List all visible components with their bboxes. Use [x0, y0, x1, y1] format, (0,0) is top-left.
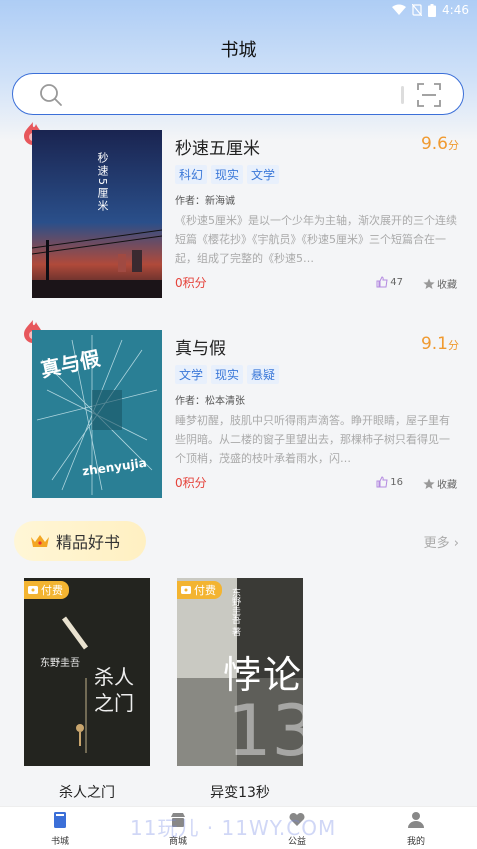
- section-title: 精品好书: [56, 533, 121, 552]
- search-icon[interactable]: [39, 83, 63, 107]
- section-header: 精品好书: [14, 521, 146, 561]
- score-unit: 分: [448, 339, 459, 352]
- crown-icon: [31, 535, 49, 547]
- more-link[interactable]: 更多 ›: [424, 532, 459, 551]
- tag-list: 科幻 现实 文学: [175, 165, 459, 184]
- book-description: 睡梦初醒，肢肌中只听得雨声滴答。睁开眼睛，屋子里有些阴暗。从二楼的窗子里望出去，…: [175, 414, 450, 465]
- premium-book-title[interactable]: 杀人之门: [24, 782, 150, 802]
- book-author: 作者：新海诚: [175, 196, 235, 207]
- book-cover[interactable]: 秒速5厘米: [32, 130, 162, 298]
- like-count: 16: [390, 476, 403, 488]
- paid-badge: 付费: [177, 581, 222, 599]
- chevron-right-icon: ›: [453, 536, 459, 551]
- tag-list: 文学 现实 悬疑: [175, 365, 459, 384]
- page-title: 书城: [220, 40, 257, 61]
- no-sim-icon: [412, 4, 423, 16]
- points-label: 0积分: [175, 276, 207, 290]
- like-button[interactable]: 47: [376, 276, 403, 288]
- tag[interactable]: 现实: [211, 165, 244, 184]
- book-item[interactable]: 秒速5厘米 秒速五厘米 9.6分 科幻 现实 文学 作者：新海诚 《秒速5厘米》…: [0, 120, 477, 298]
- battery-icon: [428, 3, 437, 17]
- scan-icon[interactable]: [417, 83, 441, 107]
- score-value: 9.1: [420, 334, 448, 354]
- points-label: 0积分: [175, 476, 207, 490]
- premium-book-item[interactable]: 东野圭吾 杀人之门 付费 杀人之门: [24, 578, 150, 802]
- favorite-button[interactable]: 收藏: [423, 276, 457, 291]
- book-cover[interactable]: 东野圭吾 著 悖论 13 付费: [177, 578, 303, 766]
- like-count: 47: [390, 276, 403, 288]
- score-unit: 分: [448, 139, 459, 152]
- book-icon: [54, 812, 66, 828]
- favorite-button[interactable]: 收藏: [423, 476, 457, 491]
- book-description: 《秒速5厘米》是以一个少年为主轴，渐次展开的三个连续短篇《樱花抄》《宇航员》《秒…: [175, 214, 457, 265]
- book-title[interactable]: 秒速五厘米: [175, 134, 459, 159]
- cover-number: 13: [227, 690, 303, 766]
- thumbs-up-icon: [376, 476, 388, 488]
- book-item[interactable]: 真与假 zhenyujia 真与假 9.1分 文学 现实 悬疑 作者：松本清张 …: [0, 318, 477, 498]
- search-divider: [401, 86, 404, 104]
- tag[interactable]: 悬疑: [247, 365, 280, 384]
- star-icon: [423, 478, 435, 489]
- tab-label: 我的: [406, 837, 425, 847]
- tag[interactable]: 科幻: [175, 165, 208, 184]
- book-cover[interactable]: 真与假 zhenyujia: [32, 330, 162, 498]
- tag[interactable]: 现实: [211, 365, 244, 384]
- premium-book-item[interactable]: 东野圭吾 著 悖论 13 付费 异变13秒: [177, 578, 303, 802]
- status-time: 4:46: [442, 3, 469, 17]
- tab-bookstore[interactable]: 书城: [30, 811, 90, 847]
- score-value: 9.6: [420, 134, 448, 154]
- more-label: 更多: [423, 536, 450, 551]
- favorite-label: 收藏: [437, 280, 457, 291]
- book-score: 9.1分: [421, 334, 459, 354]
- book-author: 作者：松本清张: [175, 396, 245, 407]
- book-meta-row: 0积分 47 收藏: [175, 274, 459, 292]
- book-meta-row: 0积分 16 收藏: [175, 474, 459, 492]
- book-score: 9.6分: [421, 134, 459, 154]
- cover-author: 东野圭吾 著: [230, 588, 240, 636]
- person-icon: [408, 812, 424, 828]
- paid-badge: 付费: [24, 581, 69, 599]
- tab-profile[interactable]: 我的: [386, 811, 446, 847]
- cover-title: 秒速5厘米: [96, 152, 109, 213]
- star-icon: [423, 278, 435, 289]
- thumbs-up-icon: [376, 276, 388, 288]
- tag[interactable]: 文学: [247, 165, 280, 184]
- book-cover[interactable]: 东野圭吾 杀人之门 付费: [24, 578, 150, 766]
- paid-label: 付费: [41, 584, 63, 597]
- ticket-icon: [28, 586, 38, 594]
- book-info: 秒速五厘米 9.6分 科幻 现实 文学 作者：新海诚 《秒速5厘米》是以一个少年…: [175, 134, 459, 294]
- ticket-icon: [181, 586, 191, 594]
- watermark: 11玩儿 · 11WY.COM: [130, 816, 337, 840]
- book-info: 真与假 9.1分 文学 现实 悬疑 作者：松本清张 睡梦初醒，肢肌中只听得雨声滴…: [175, 334, 459, 494]
- book-title[interactable]: 真与假: [175, 334, 459, 359]
- status-bar: 4:46: [0, 0, 477, 22]
- cover-author: 东野圭吾: [40, 658, 80, 669]
- search-bar[interactable]: [12, 73, 464, 115]
- premium-book-title[interactable]: 异变13秒: [177, 782, 303, 802]
- paid-label: 付费: [194, 584, 216, 597]
- like-button[interactable]: 16: [376, 476, 403, 488]
- favorite-label: 收藏: [437, 480, 457, 491]
- wifi-icon: [392, 4, 407, 15]
- tag[interactable]: 文学: [175, 365, 208, 384]
- cover-title: 杀人之门: [94, 665, 134, 715]
- tab-label: 书城: [50, 837, 69, 847]
